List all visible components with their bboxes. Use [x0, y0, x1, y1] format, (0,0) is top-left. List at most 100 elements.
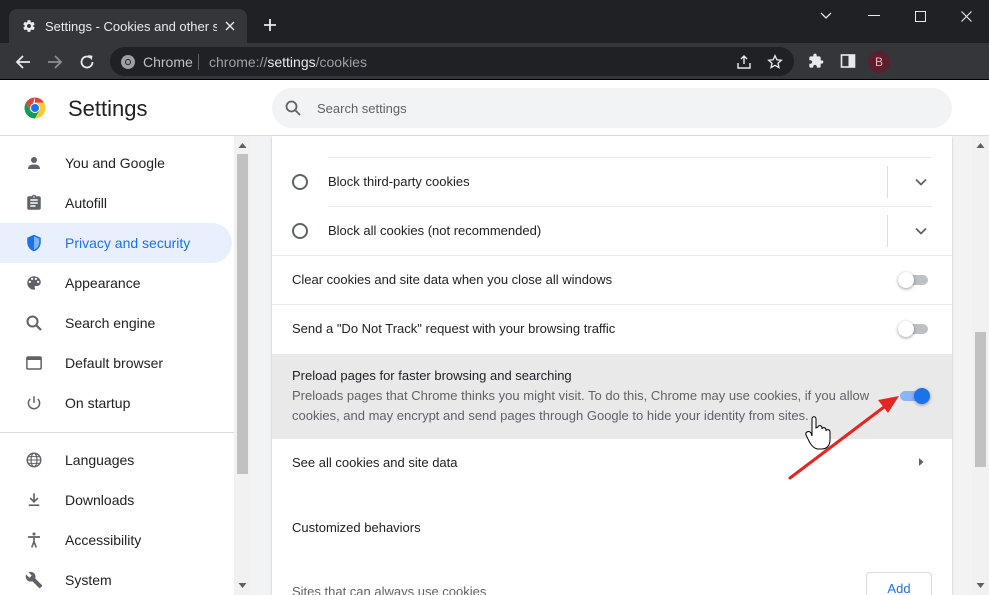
side-panel-icon[interactable] — [838, 51, 858, 71]
clear-on-close-toggle[interactable] — [898, 272, 930, 288]
toggle-knob — [898, 321, 914, 337]
main-scrollbar[interactable] — [972, 136, 989, 595]
radio-label-block-third-party: Block third-party cookies — [328, 174, 470, 189]
search-icon — [24, 313, 44, 333]
bookmark-star-icon[interactable] — [766, 53, 784, 71]
sidebar-divider — [0, 432, 234, 433]
sidebar-item-label: Accessibility — [65, 532, 142, 548]
back-button[interactable] — [10, 49, 36, 75]
share-icon[interactable] — [735, 53, 753, 71]
scroll-down-arrow-icon[interactable] — [976, 581, 985, 590]
sidebar-item-label: Autofill — [65, 195, 108, 211]
divider — [328, 206, 932, 207]
sidebar-item-on-startup[interactable]: On startup — [0, 383, 232, 423]
url-host: settings — [267, 54, 316, 70]
main-scrollbar-thumb[interactable] — [975, 332, 986, 467]
toggle-knob — [914, 388, 930, 404]
sidebar-item-label: You and Google — [65, 155, 165, 171]
clipboard-icon — [24, 193, 44, 213]
title-bar: Settings - Cookies and other site data — [0, 0, 989, 43]
add-site-button[interactable]: Add — [866, 572, 932, 595]
tab-title: Settings - Cookies and other site data — [45, 18, 217, 34]
sites-always-use-label: Sites that can always use cookies — [292, 584, 487, 595]
scroll-up-arrow-icon[interactable] — [976, 141, 985, 150]
new-tab-button[interactable] — [259, 14, 281, 36]
divider — [272, 255, 952, 256]
sidebar-item-label: On startup — [65, 395, 131, 411]
toggle-knob — [898, 272, 914, 288]
preload-description: Preloads pages that Chrome thinks you mi… — [292, 388, 870, 423]
minimize-button[interactable] — [851, 0, 897, 32]
close-window-button[interactable] — [943, 0, 989, 32]
chrome-site-icon — [120, 54, 136, 70]
extensions-puzzle-icon[interactable] — [806, 51, 826, 71]
vertical-separator — [887, 215, 888, 247]
sidebar-item-you-and-google[interactable]: You and Google — [0, 143, 232, 183]
address-bar[interactable]: Chrome chrome://settings/cookies — [110, 47, 794, 76]
tab-search-icon[interactable] — [803, 0, 849, 32]
sidebar-item-accessibility[interactable]: Accessibility — [0, 520, 232, 560]
power-icon — [24, 393, 44, 413]
sidebar-item-downloads[interactable]: Downloads — [0, 480, 232, 520]
page-title: Settings — [68, 96, 148, 121]
settings-sidebar: You and Google Autofill Privacy and secu… — [0, 136, 234, 595]
see-all-cookies-link[interactable]: See all cookies and site data — [292, 455, 458, 470]
search-icon — [284, 99, 302, 117]
radio-block-all[interactable] — [292, 223, 308, 239]
palette-icon — [24, 273, 44, 293]
accessibility-icon — [24, 530, 44, 550]
sidebar-item-appearance[interactable]: Appearance — [0, 263, 232, 303]
preload-toggle[interactable] — [898, 388, 930, 404]
do-not-track-toggle[interactable] — [898, 321, 930, 337]
settings-header: Settings — [0, 80, 989, 136]
radio-block-third-party[interactable] — [292, 174, 308, 190]
vertical-separator — [887, 166, 888, 198]
profile-avatar[interactable]: B — [868, 51, 890, 73]
customized-behaviors-heading: Customized behaviors — [292, 520, 421, 535]
preload-label: Preload pages for faster browsing and se… — [292, 368, 572, 383]
divider — [328, 157, 932, 158]
search-input[interactable] — [317, 98, 917, 118]
sidebar-item-languages[interactable]: Languages — [0, 440, 232, 480]
person-icon — [24, 153, 44, 173]
url-prefix: chrome:// — [209, 54, 268, 70]
chevron-down-icon[interactable] — [914, 224, 928, 238]
sidebar-item-label: Default browser — [65, 355, 164, 371]
arrow-right-icon[interactable] — [916, 457, 926, 467]
chevron-down-icon[interactable] — [914, 175, 928, 189]
sidebar-scrollbar-thumb[interactable] — [237, 154, 248, 474]
sidebar-item-privacy-and-security[interactable]: Privacy and security — [0, 223, 232, 263]
wrench-icon — [24, 570, 44, 590]
sidebar-item-label: System — [65, 572, 112, 588]
sidebar-item-default-browser[interactable]: Default browser — [0, 343, 232, 383]
sidebar-item-label: Languages — [65, 452, 135, 468]
browser-tab[interactable]: Settings - Cookies and other site data — [9, 9, 247, 43]
clear-on-close-label: Clear cookies and site data when you clo… — [292, 272, 613, 287]
sidebar-item-label: Search engine — [65, 315, 156, 331]
gear-icon — [22, 19, 36, 33]
settings-search[interactable] — [272, 88, 952, 128]
omnibox-url: chrome://settings/cookies — [209, 54, 367, 70]
forward-button[interactable] — [42, 49, 68, 75]
sidebar-item-system[interactable]: System — [0, 560, 232, 595]
sidebar-item-label: Downloads — [65, 492, 135, 508]
globe-icon — [24, 450, 44, 470]
chrome-logo-icon — [23, 96, 47, 120]
reload-button[interactable] — [74, 49, 100, 75]
cookies-settings-card: Block third-party cookies Block all cook… — [272, 136, 952, 595]
maximize-button[interactable] — [897, 0, 943, 32]
close-tab-icon[interactable] — [221, 17, 239, 35]
browser-window-icon — [24, 353, 44, 373]
do-not-track-label: Send a "Do Not Track" request with your … — [292, 321, 616, 336]
omnibox-chip: Chrome — [143, 54, 193, 70]
scroll-down-arrow-icon[interactable] — [238, 581, 247, 590]
sidebar-item-search-engine[interactable]: Search engine — [0, 303, 232, 343]
omnibox-separator — [198, 54, 199, 70]
sidebar-item-label: Privacy and security — [65, 235, 191, 251]
scroll-up-arrow-icon[interactable] — [238, 141, 247, 150]
sidebar-item-autofill[interactable]: Autofill — [0, 183, 232, 223]
sidebar-item-label: Appearance — [65, 275, 141, 291]
download-icon — [24, 490, 44, 510]
sidebar-scrollbar[interactable] — [234, 136, 251, 595]
url-path: /cookies — [315, 54, 367, 70]
